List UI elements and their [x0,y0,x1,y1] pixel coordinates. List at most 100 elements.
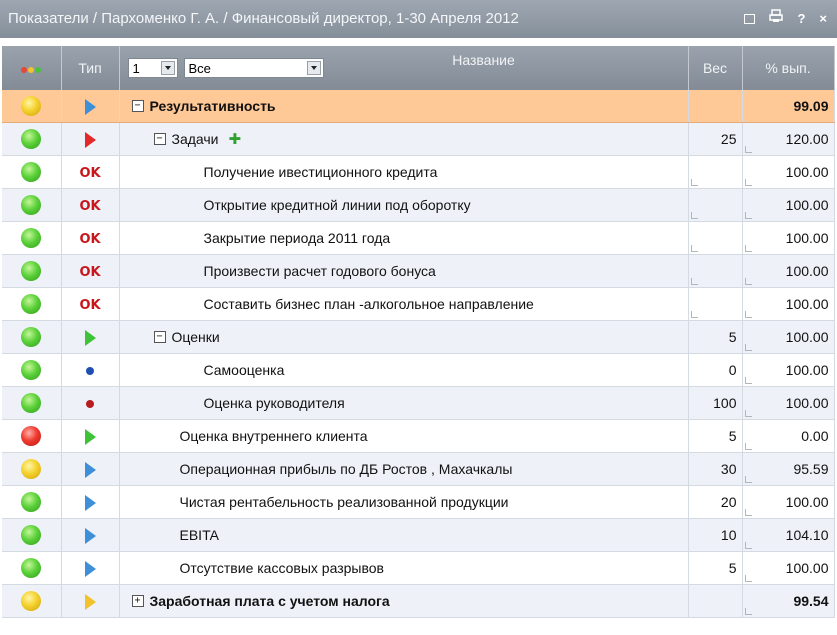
window-restore-icon[interactable] [744,14,756,24]
collapse-icon[interactable]: − [153,331,166,343]
weight-value: 5 [728,428,737,444]
table-row[interactable]: Отсутствие кассовых разрывов 5 100.00 [2,551,835,585]
green-light-icon [21,261,42,281]
percent-cell[interactable]: 100.00 [742,287,835,321]
type-cell [61,90,120,123]
name-cell[interactable]: Произвести расчет годового бонуса [119,254,689,288]
percent-cell[interactable]: 100.00 [742,254,835,288]
weight-value: 25 [720,131,737,147]
status-cell [2,584,62,618]
name-cell[interactable]: Оценка внутреннего клиента [119,419,689,453]
name-cell[interactable]: Самооценка [119,353,689,387]
type-cell [61,452,120,486]
name-cell[interactable]: Открытие кредитной линии под оборотку [119,188,689,222]
table-row[interactable]: OK Произвести расчет годового бонуса 100.0… [2,254,835,288]
percent-column-header[interactable]: % вып. [742,46,835,90]
percent-cell[interactable]: 100.00 [742,353,835,387]
name-cell[interactable]: Отсутствие кассовых разрывов [119,551,689,585]
weight-cell[interactable]: 5 [688,551,743,585]
percent-cell[interactable]: 99.09 [742,90,835,123]
table-row[interactable]: + Заработная плата с учетом налога 99.54 [2,584,835,618]
help-icon[interactable]: ? [797,0,805,38]
name-cell-content: Чистая рентабельность реализованной прод… [120,494,688,510]
weight-cell[interactable] [688,221,743,255]
weight-cell[interactable] [688,155,743,189]
name-cell[interactable]: Закрытие периода 2011 года [119,221,689,255]
name-cell-content: + Заработная плата с учетом налога [120,593,688,609]
weight-cell[interactable]: 5 [688,320,743,354]
blue-play-icon [84,494,96,511]
table-row[interactable]: OK Составить бизнес план -алкогольное нап… [2,287,835,321]
percent-cell[interactable]: 120.00 [742,122,835,156]
collapse-icon[interactable]: − [153,133,166,145]
expand-icon[interactable]: + [131,595,144,607]
print-icon[interactable] [769,0,784,38]
status-column-header[interactable] [2,46,62,90]
weight-value: 100 [713,395,737,411]
type-cell [61,320,120,354]
weight-cell[interactable]: 5 [688,419,743,453]
name-cell[interactable]: Чистая рентабельность реализованной прод… [119,485,689,519]
weight-cell[interactable]: 20 [688,485,743,519]
weight-cell[interactable]: 25 [688,122,743,156]
edit-corner-icon [744,146,752,153]
name-cell[interactable]: EBITA [119,518,689,552]
name-cell-content: Составить бизнес план -алкогольное напра… [120,296,688,312]
table-row[interactable]: − Задачи ✚ 25 120.00 [2,122,835,156]
percent-cell[interactable]: 100.00 [742,485,835,519]
window-title: Показатели / Пархоменко Г. А. / Финансов… [8,10,519,27]
weight-cell[interactable]: 0 [688,353,743,387]
percent-cell[interactable]: 100.00 [742,386,835,420]
title-bar: Показатели / Пархоменко Г. А. / Финансов… [0,0,837,38]
name-cell[interactable]: − Задачи ✚ [119,122,689,156]
table-row[interactable]: Самооценка 0 100.00 [2,353,835,387]
percent-cell[interactable]: 100.00 [742,155,835,189]
type-column-header[interactable]: Тип [61,46,120,90]
weight-cell[interactable] [688,254,743,288]
name-cell-content: Произвести расчет годового бонуса [120,263,688,279]
weight-cell[interactable] [688,188,743,222]
percent-cell[interactable]: 100.00 [742,221,835,255]
name-cell[interactable]: Оценка руководителя [119,386,689,420]
table-row[interactable]: EBITA 10 104.10 [2,518,835,552]
percent-cell[interactable]: 100.00 [742,320,835,354]
weight-cell[interactable]: 30 [688,452,743,486]
close-icon[interactable]: × [819,0,827,38]
name-cell[interactable]: − Результативность [119,90,689,123]
percent-cell[interactable]: 100.00 [742,551,835,585]
name-cell[interactable]: Получение ивестиционного кредита [119,155,689,189]
name-column-header[interactable]: 1 Все Название [119,46,689,90]
table-row[interactable]: Оценка руководителя 100 100.00 [2,386,835,420]
row-name: Оценка внутреннего клиента [179,428,368,444]
weight-cell[interactable] [688,90,743,123]
weight-cell[interactable] [688,287,743,321]
name-cell[interactable]: Операционная прибыль по ДБ Ростов , Маха… [119,452,689,486]
percent-cell[interactable]: 100.00 [742,188,835,222]
weight-cell[interactable] [688,584,743,618]
weight-cell[interactable]: 10 [688,518,743,552]
table-row[interactable]: − Результативность 99.09 [2,90,835,123]
percent-cell[interactable]: 0.00 [742,419,835,453]
table-row[interactable]: OK Закрытие периода 2011 года 100.00 [2,221,835,255]
percent-cell[interactable]: 104.10 [742,518,835,552]
ok-badge: OK [79,198,101,214]
name-cell-content: Отсутствие кассовых разрывов [120,560,688,576]
row-name: EBITA [179,527,219,543]
edit-corner-icon [744,344,752,351]
add-icon[interactable]: ✚ [229,130,242,148]
collapse-icon[interactable]: − [131,100,144,112]
name-cell[interactable]: − Оценки [119,320,689,354]
weight-cell[interactable]: 100 [688,386,743,420]
table-row[interactable]: Чистая рентабельность реализованной прод… [2,485,835,519]
percent-cell[interactable]: 99.54 [742,584,835,618]
name-cell[interactable]: Составить бизнес план -алкогольное напра… [119,287,689,321]
table-row[interactable]: OK Получение ивестиционного кредита 100.00 [2,155,835,189]
weight-column-header[interactable]: Вес [688,46,743,90]
table-row[interactable]: − Оценки 5 100.00 [2,320,835,354]
table-row[interactable]: Операционная прибыль по ДБ Ростов , Маха… [2,452,835,486]
table-row[interactable]: OK Открытие кредитной линии под оборотку 1… [2,188,835,222]
name-cell[interactable]: + Заработная плата с учетом налога [119,584,689,618]
percent-cell[interactable]: 95.59 [742,452,835,486]
table-row[interactable]: Оценка внутреннего клиента 5 0.00 [2,419,835,453]
row-name: Составить бизнес план -алкогольное напра… [203,296,534,312]
